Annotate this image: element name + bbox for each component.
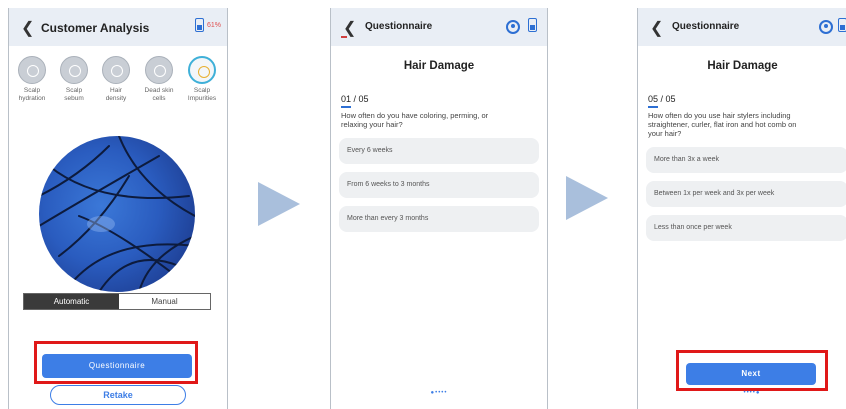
questionnaire-screen-first: ❮ Questionnaire Hair Damage 01 / 05 How … [330, 8, 548, 409]
category-hair-density[interactable]: Hair density [95, 56, 137, 103]
mode-toggle: Automatic Manual [23, 293, 211, 310]
battery-percentage: 61% [207, 22, 222, 29]
answer-option[interactable]: From 6 weeks to 3 months [339, 172, 539, 198]
page-indicator: ••••● [743, 390, 761, 396]
question-category-heading: Hair Damage [403, 60, 475, 72]
highlight-box [34, 341, 198, 384]
top-bar: ❮ Customer Analysis 61% [9, 8, 227, 46]
red-marker [341, 36, 347, 38]
category-dead-skin-cells[interactable]: Dead skin cells [138, 56, 180, 103]
category-label: Scalp sebum [64, 87, 84, 102]
answer-option[interactable]: Less than once per week [646, 215, 846, 241]
question-counter: 01 / 05 [341, 94, 369, 104]
category-label: Dead skin cells [144, 87, 174, 102]
scalp-microscope-image [39, 136, 195, 292]
hair-density-icon [102, 56, 130, 84]
back-arrow-icon[interactable]: ❮ [650, 18, 663, 38]
user-icon[interactable] [819, 20, 833, 34]
answer-option[interactable]: Between 1x per week and 3x per week [646, 181, 846, 207]
battery-icon [195, 18, 204, 32]
category-scalp-hydration[interactable]: Scalp hydration [11, 56, 53, 103]
flow-arrow-icon [258, 182, 300, 226]
page-title: Customer Analysis [41, 21, 150, 35]
mode-automatic-tab[interactable]: Automatic [24, 294, 119, 309]
answer-option[interactable]: More than 3x a week [646, 147, 846, 173]
analysis-categories: Scalp hydration Scalp sebum Hair density De… [9, 56, 227, 116]
category-label: Scalp Impurities [187, 87, 217, 102]
mode-manual-tab[interactable]: Manual [119, 294, 210, 309]
top-bar: ❮ Questionnaire [331, 8, 547, 46]
retake-button[interactable]: Retake [50, 385, 186, 405]
highlight-box [676, 350, 828, 391]
category-label: Hair density [105, 87, 127, 102]
scalp-impurities-icon [188, 56, 216, 84]
question-text: How often do you use hair stylers includ… [648, 111, 797, 138]
question-category-heading: Hair Damage [707, 60, 778, 72]
user-icon[interactable] [506, 20, 520, 34]
battery-icon [528, 18, 537, 32]
scalp-sebum-icon [60, 56, 88, 84]
counter-underline [341, 106, 351, 108]
category-scalp-sebum[interactable]: Scalp sebum [53, 56, 95, 103]
page-indicator: ●•••• [430, 390, 448, 396]
answer-option[interactable]: Every 6 weeks [339, 138, 539, 164]
dead-skin-cells-icon [145, 56, 173, 84]
category-scalp-impurities[interactable]: Scalp Impurities [181, 56, 223, 103]
page-title: Questionnaire [365, 21, 433, 32]
flow-arrow-icon [566, 176, 608, 220]
page-title: Questionnaire [672, 21, 740, 32]
battery-icon [838, 18, 846, 32]
question-text: How often do you have coloring, perming,… [341, 111, 489, 129]
question-counter: 05 / 05 [648, 94, 676, 104]
answer-option[interactable]: More than every 3 months [339, 206, 539, 232]
back-arrow-icon[interactable]: ❮ [343, 18, 356, 38]
hair-strands [39, 136, 195, 292]
top-bar: ❮ Questionnaire [638, 8, 846, 46]
back-arrow-icon[interactable]: ❮ [21, 18, 34, 38]
category-label: Scalp hydration [18, 87, 46, 102]
counter-underline [648, 106, 658, 108]
customer-analysis-screen: ❮ Customer Analysis 61% Scalp hydration S… [8, 8, 228, 409]
scalp-hydration-icon [18, 56, 46, 84]
questionnaire-screen-last: ❮ Questionnaire Hair Damage 05 / 05 How … [637, 8, 846, 409]
